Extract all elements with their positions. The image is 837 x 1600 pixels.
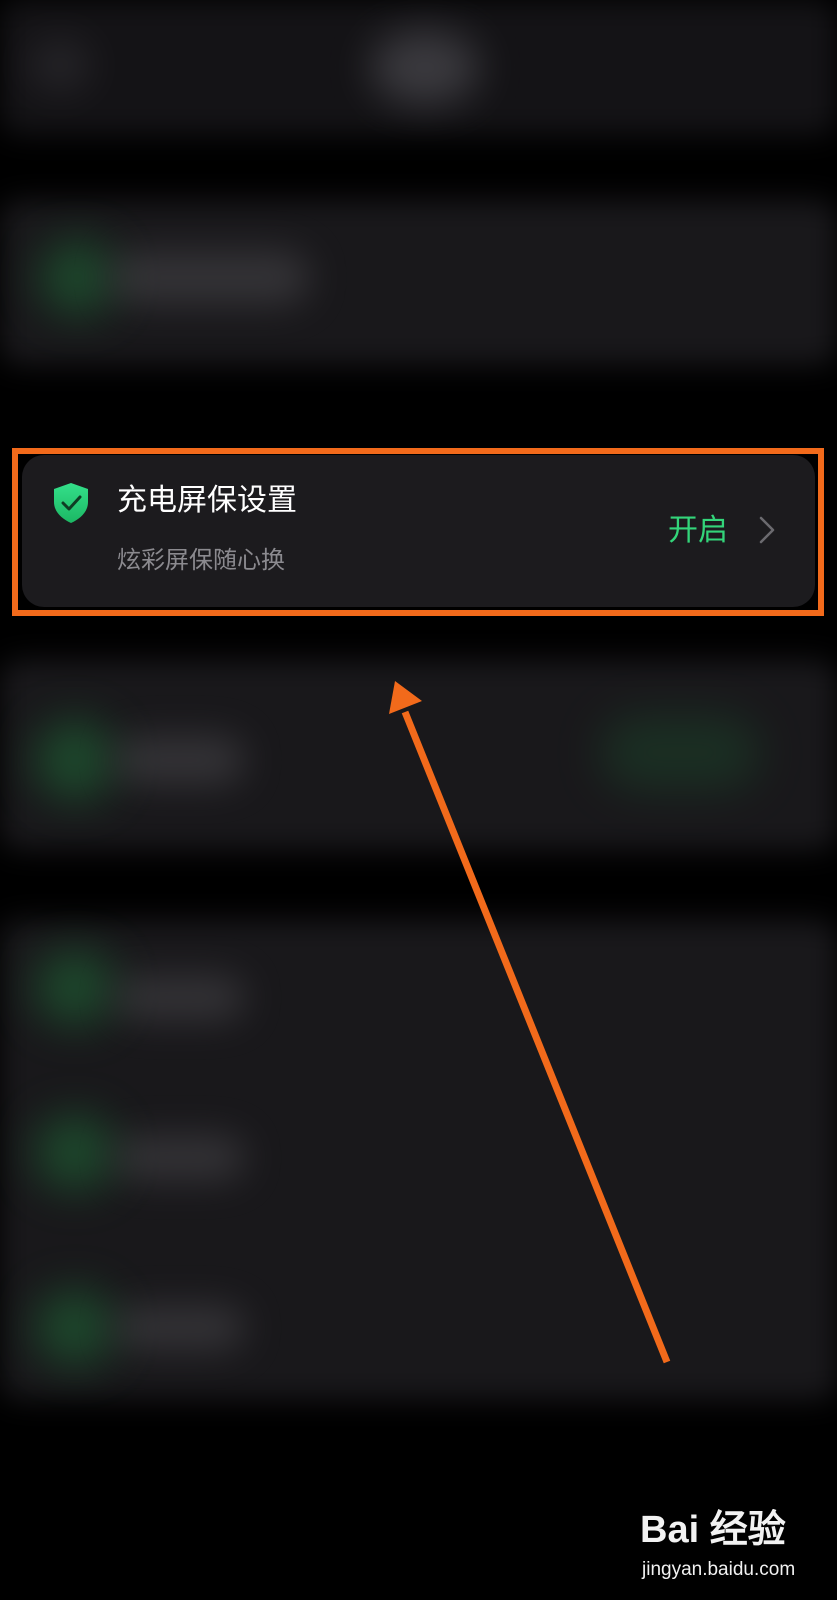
baidu-jingyan-watermark: Bai 经验 jingyan.baidu.com xyxy=(640,1508,825,1588)
setting-title: 充电屏保设置 xyxy=(117,483,297,518)
blurred-text-4 xyxy=(115,1135,245,1180)
chevron-right-icon xyxy=(759,516,775,544)
blurred-text-2 xyxy=(115,735,245,785)
blurred-icon-3 xyxy=(35,950,115,1025)
shield-check-icon xyxy=(54,483,88,523)
blurred-icon-4 xyxy=(35,1115,115,1190)
setting-subtitle: 炫彩屏保随心换 xyxy=(117,546,285,574)
blurred-text-3 xyxy=(115,975,245,1020)
watermark-site: jingyan.baidu.com xyxy=(642,1559,796,1580)
blurred-header-title xyxy=(370,30,480,105)
blurred-text-1 xyxy=(110,250,310,305)
blurred-icon-2 xyxy=(35,720,115,800)
blurred-back-button xyxy=(30,40,90,90)
watermark-logo: Bai 经验 xyxy=(640,1509,786,1551)
blurred-text-5 xyxy=(115,1305,245,1350)
blurred-background xyxy=(0,0,837,1600)
setting-status: 开启 xyxy=(668,513,728,548)
blurred-icon-1 xyxy=(40,240,115,315)
blurred-icon-5 xyxy=(35,1290,115,1365)
blurred-toggle-2 xyxy=(600,715,760,790)
